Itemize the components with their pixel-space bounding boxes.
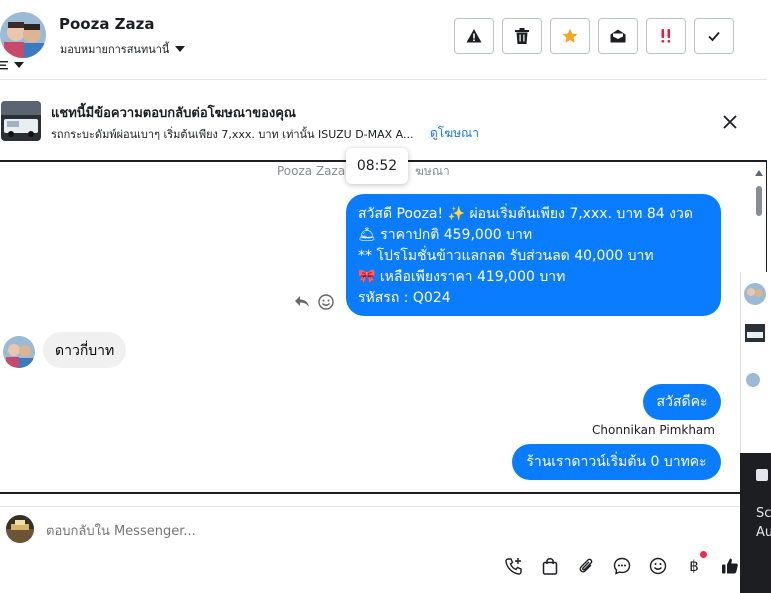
filter-menu[interactable] bbox=[0, 60, 24, 70]
avatar bbox=[3, 336, 35, 368]
warning-icon bbox=[466, 29, 482, 43]
message-actions bbox=[294, 294, 334, 310]
scroll-up-icon[interactable] bbox=[753, 168, 765, 178]
shopping-bag-icon bbox=[542, 558, 558, 575]
ad-title: แชทนี้มีข้อความตอบกลับต่อโฆษณาของคุณ bbox=[51, 106, 296, 121]
outgoing-message[interactable]: สวัสดีคะ bbox=[643, 384, 721, 420]
saved-replies-button[interactable] bbox=[611, 555, 633, 577]
ad-thumbnail[interactable] bbox=[1, 101, 41, 141]
side-text: Sc bbox=[756, 506, 771, 521]
report-spam-button[interactable] bbox=[454, 18, 494, 54]
notification-dot bbox=[700, 551, 707, 558]
sender-name: Chonnikan Pimkham bbox=[592, 423, 715, 437]
mark-done-button[interactable] bbox=[694, 18, 734, 54]
message-line: 🎀 เหลือเพียงราคา 419,000 บาท bbox=[358, 269, 566, 285]
attach-button[interactable] bbox=[575, 555, 597, 577]
chevron-down-icon bbox=[175, 46, 186, 52]
list-icon bbox=[0, 61, 8, 70]
paperclip-icon bbox=[579, 558, 593, 573]
emoji-icon bbox=[649, 557, 667, 575]
side-panel-thumbnails bbox=[744, 283, 766, 387]
ad-reply-banner: แชทนี้มีข้อความตอบกลับต่อโฆษณาของคุณ รถก… bbox=[0, 95, 767, 147]
outgoing-message[interactable]: ร้านเราดาวน์เริ่มต้น 0 บาทคะ bbox=[512, 444, 721, 480]
follow-up-button[interactable] bbox=[646, 18, 686, 54]
phone-plus-icon bbox=[505, 558, 522, 575]
urgent-icon bbox=[661, 29, 671, 43]
messenger-page: Pooza Zaza มอบหมายการสนทนานี้ แชทนี้มีข้… bbox=[0, 0, 771, 593]
call-button[interactable] bbox=[503, 555, 525, 577]
contact-name: Pooza Zaza bbox=[59, 15, 155, 33]
thumbs-up-icon bbox=[722, 558, 738, 574]
ad-description: รถกระบะดัมพ์ผ่อนเบาๆ เริ่มต้นเพียง 7,xxx… bbox=[51, 128, 414, 141]
header-actions bbox=[454, 18, 734, 54]
conversation-header: Pooza Zaza มอบหมายการสนทนานี้ bbox=[0, 0, 767, 80]
avatar bbox=[6, 515, 34, 543]
chevron-down-icon bbox=[14, 62, 24, 68]
mark-unread-button[interactable] bbox=[598, 18, 638, 54]
message-line: 🛎 ราคาปกติ 459,000 บาท bbox=[358, 227, 533, 243]
reply-icon[interactable] bbox=[294, 294, 310, 308]
reply-input[interactable] bbox=[46, 521, 726, 541]
close-icon bbox=[723, 115, 737, 129]
star-icon bbox=[562, 28, 578, 43]
close-banner-button[interactable] bbox=[720, 112, 740, 132]
chat-bubble-icon bbox=[613, 557, 631, 575]
incoming-message[interactable]: ดาวกี่บาท bbox=[43, 332, 127, 368]
composer: ฿ bbox=[0, 506, 767, 593]
assign-label: มอบหมายการสนทนานี้ bbox=[60, 43, 170, 56]
composer-tools: ฿ bbox=[503, 551, 741, 577]
message-line: ** โปรโมชั่นข้าวแลกลด รับส่วนลด 40,000 บ… bbox=[358, 248, 654, 264]
scroll-thumb[interactable] bbox=[756, 186, 762, 216]
message-line: รหัสรถ : Q024 bbox=[358, 290, 451, 306]
react-emoji-icon[interactable] bbox=[318, 294, 334, 310]
message-line: สวัสดี Pooza! ✨ ผ่อนเริ่มต้นเพียง 7,xxx.… bbox=[358, 206, 693, 222]
star-button[interactable] bbox=[550, 18, 590, 54]
ghost-name: Pooza Zaza bbox=[277, 164, 346, 178]
side-dark-panel: Sc Au bbox=[740, 453, 771, 593]
view-ad-link[interactable]: ดูโฆษณา bbox=[430, 124, 479, 143]
shop-button[interactable] bbox=[539, 555, 561, 577]
check-icon bbox=[708, 31, 720, 42]
ghost-suffix: ฆษณา bbox=[415, 164, 450, 178]
time-tooltip: 08:52 bbox=[346, 148, 408, 184]
trash-icon bbox=[515, 28, 529, 44]
payment-button[interactable]: ฿ bbox=[683, 551, 707, 577]
delete-button[interactable] bbox=[502, 18, 542, 54]
baht-icon: ฿ bbox=[689, 557, 699, 575]
outgoing-message[interactable]: สวัสดี Pooza! ✨ ผ่อนเริ่มต้นเพียง 7,xxx.… bbox=[346, 194, 721, 316]
assign-conversation-dropdown[interactable]: มอบหมายการสนทนานี้ bbox=[60, 40, 186, 58]
like-button[interactable] bbox=[719, 555, 741, 577]
envelope-open-icon bbox=[610, 29, 626, 43]
side-text: Au bbox=[756, 525, 771, 540]
avatar[interactable] bbox=[0, 12, 46, 58]
document-icon bbox=[756, 469, 768, 481]
emoji-button[interactable] bbox=[647, 555, 669, 577]
message-thread[interactable]: Pooza Zaza ฆษณา สวัสดี Pooza! ✨ ผ่อนเริ่… bbox=[0, 160, 767, 494]
